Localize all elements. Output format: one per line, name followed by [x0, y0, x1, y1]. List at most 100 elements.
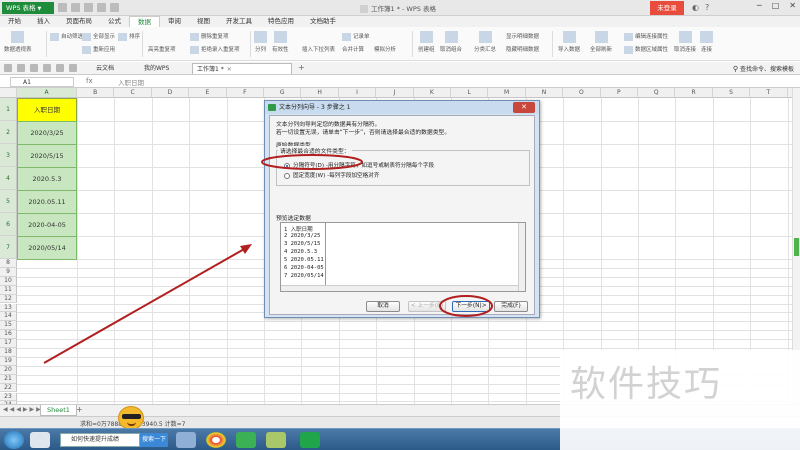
- reject-duplicates-button[interactable]: 拒绝录入重复项: [190, 45, 240, 54]
- cell-a3[interactable]: 2020/5/15: [17, 144, 77, 168]
- column-header-r[interactable]: R: [675, 88, 713, 98]
- autofilter-button[interactable]: 自动筛选: [50, 32, 83, 41]
- minimize-icon[interactable]: ─: [757, 1, 762, 10]
- delete-duplicates-button[interactable]: 删除重复项: [190, 32, 229, 41]
- cell-a5[interactable]: 2020.05.11: [17, 190, 77, 214]
- row-header[interactable]: 9: [0, 267, 17, 277]
- radio-unselected-icon[interactable]: [284, 172, 290, 179]
- tab-my-wps[interactable]: 我的WPS: [140, 63, 173, 74]
- column-header-g[interactable]: G: [264, 88, 302, 98]
- tab-review[interactable]: 审阅: [160, 16, 189, 27]
- reapply-button[interactable]: 重新应用: [82, 45, 115, 54]
- validity-button[interactable]: 有效性: [272, 31, 289, 53]
- function-icon[interactable]: fx: [86, 77, 93, 85]
- print-icon[interactable]: [30, 64, 38, 72]
- tab-view[interactable]: 视图: [189, 16, 218, 27]
- cell-a1-header[interactable]: 入职日期: [17, 98, 77, 122]
- connect-button[interactable]: 连接: [700, 31, 713, 53]
- ungroup-button[interactable]: 取消组合: [440, 31, 462, 53]
- save-icon[interactable]: [17, 64, 25, 72]
- folder-taskbar-icon[interactable]: [176, 432, 196, 448]
- undo-icon[interactable]: [43, 64, 51, 72]
- folder-icon[interactable]: [4, 64, 12, 72]
- radio-delimited[interactable]: 分隔符号(D) -用分隔字符，如逗号或制表符分隔每个字段: [284, 161, 434, 169]
- preview-vscroll[interactable]: [518, 223, 525, 291]
- preview-box[interactable]: 1 入职日期 2 2020/3/25 3 2020/5/15 4 2020.5.…: [280, 222, 526, 292]
- new-tab-icon[interactable]: +: [298, 63, 305, 72]
- highlight-duplicates-button[interactable]: 高亮重复项: [148, 45, 176, 53]
- import-data-button[interactable]: 导入数据: [558, 31, 580, 53]
- column-header-d[interactable]: D: [151, 88, 190, 98]
- row-header[interactable]: 8: [0, 259, 17, 268]
- cancel-link-button[interactable]: 取消连接: [674, 31, 696, 53]
- column-header-m[interactable]: M: [488, 88, 526, 98]
- edit-links-button[interactable]: 编辑连接属性: [624, 32, 668, 41]
- maximize-icon[interactable]: □: [772, 1, 780, 10]
- tab-insert[interactable]: 插入: [29, 16, 58, 27]
- column-header-s[interactable]: S: [712, 88, 751, 98]
- redo-icon[interactable]: [110, 3, 119, 12]
- save-icon[interactable]: [58, 3, 67, 12]
- row-header[interactable]: 13: [0, 303, 17, 313]
- column-header-t[interactable]: T: [750, 88, 788, 98]
- refresh-all-button[interactable]: 全部刷新: [590, 31, 612, 53]
- create-group-button[interactable]: 创建组: [418, 31, 435, 53]
- row-header[interactable]: 21: [0, 374, 17, 384]
- cell-a6[interactable]: 2020-04-05: [17, 213, 77, 237]
- column-header-b[interactable]: B: [77, 88, 115, 98]
- column-header-p[interactable]: P: [600, 88, 638, 98]
- preview-icon[interactable]: [84, 3, 93, 12]
- cell-a7[interactable]: 2020/05/14: [17, 236, 77, 260]
- subtotal-button[interactable]: 分类汇总: [474, 31, 496, 53]
- tab-cloud-docs[interactable]: 云文档: [92, 63, 118, 74]
- column-header-q[interactable]: Q: [638, 88, 676, 98]
- column-header-o[interactable]: O: [563, 88, 601, 98]
- row-header[interactable]: 14: [0, 312, 17, 322]
- row-header[interactable]: 16: [0, 330, 17, 340]
- sheet-tab-sheet1[interactable]: Sheet1: [40, 405, 77, 416]
- cancel-button[interactable]: 取消: [366, 301, 400, 312]
- consolidate-button[interactable]: 合并计算: [342, 45, 364, 53]
- row-header[interactable]: 12: [0, 294, 17, 304]
- row-header[interactable]: 19: [0, 356, 17, 366]
- column-header-i[interactable]: I: [338, 88, 377, 98]
- tab-page-layout[interactable]: 页面布局: [58, 16, 100, 27]
- what-if-button[interactable]: 模拟分析: [374, 45, 396, 53]
- tab-special[interactable]: 特色应用: [260, 16, 302, 27]
- hide-detail-button[interactable]: 隐藏明细数据: [506, 45, 539, 53]
- row-header[interactable]: 5: [0, 190, 17, 213]
- row-header[interactable]: 11: [0, 285, 17, 295]
- login-button[interactable]: 未登录: [650, 1, 684, 15]
- formula-input[interactable]: 入职日期: [118, 77, 144, 87]
- radio-fixed-width[interactable]: 固定宽度(W) -每列字段加空格对齐: [284, 171, 379, 179]
- record-form-button[interactable]: 记录单: [342, 32, 370, 41]
- row-header[interactable]: 22: [0, 383, 17, 393]
- insert-dropdown-button[interactable]: 插入下拉列表: [302, 45, 335, 53]
- sort-button[interactable]: 排序: [118, 32, 140, 41]
- sheet-nav-arrows[interactable]: ◀◀◀▶▶▶: [3, 406, 43, 413]
- tab-developer[interactable]: 开发工具: [218, 16, 260, 27]
- tab-workbook1[interactable]: 工作簿1 * ✕: [192, 63, 292, 74]
- row-header[interactable]: 3: [0, 144, 17, 167]
- tab-formulas[interactable]: 公式: [100, 16, 129, 27]
- tab-home[interactable]: 开始: [0, 16, 29, 27]
- select-all-corner[interactable]: [0, 88, 17, 98]
- row-header[interactable]: 18: [0, 348, 17, 357]
- row-header[interactable]: 2: [0, 121, 17, 144]
- tab-data[interactable]: 数据: [129, 16, 160, 27]
- image-viewer-icon[interactable]: [266, 432, 286, 448]
- row-header[interactable]: 20: [0, 365, 17, 375]
- redo-icon[interactable]: [56, 64, 64, 72]
- print-icon[interactable]: [71, 3, 80, 12]
- pivot-table-button[interactable]: 数据透视表: [4, 31, 32, 53]
- column-header-l[interactable]: L: [451, 88, 489, 98]
- undo-icon[interactable]: [97, 3, 106, 12]
- show-detail-button[interactable]: 显示明细数据: [506, 32, 539, 40]
- column-header-n[interactable]: N: [525, 88, 564, 98]
- close-tab-icon[interactable]: ✕: [227, 66, 232, 73]
- row-header[interactable]: 23: [0, 392, 17, 402]
- close-icon[interactable]: ✕: [789, 1, 796, 10]
- skin-icon[interactable]: ◐: [692, 3, 699, 12]
- next-button[interactable]: 下一步(N)>: [452, 301, 490, 312]
- row-header[interactable]: 6: [0, 213, 17, 236]
